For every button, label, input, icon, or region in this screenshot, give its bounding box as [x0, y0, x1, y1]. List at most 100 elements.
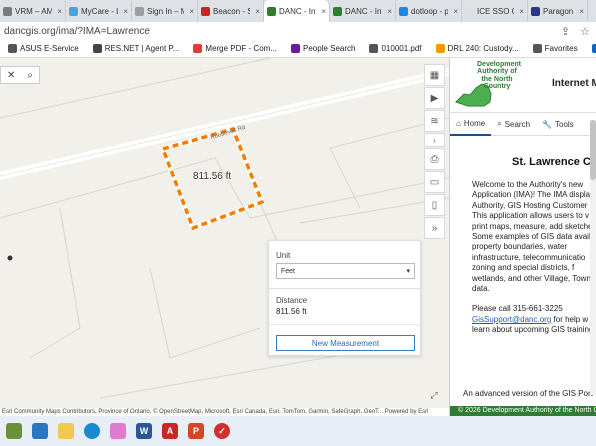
search-icon[interactable]: ⌕ — [27, 70, 33, 81]
share-icon[interactable]: ⇪ — [561, 25, 570, 38]
tab-search[interactable]: ⌕ Search — [491, 112, 536, 136]
tab-close-icon[interactable]: × — [123, 7, 128, 16]
map-toolbar: ▦ ▶ ≋ › ⎙ ▭ ▯ » — [424, 64, 445, 240]
tab-close-icon[interactable]: × — [579, 7, 584, 16]
map-search-box[interactable]: ✕ ⌕ — [0, 66, 40, 84]
tab-title: ICE SSO Clie — [477, 6, 514, 16]
tab-title: VRM – AMS — [15, 6, 52, 16]
unit-label: Unit — [276, 251, 291, 260]
browser-tab[interactable]: Sign In – Mo × — [132, 0, 198, 22]
welcome-text: Welcome to the Authority's new Applicatio… — [472, 180, 596, 346]
browser-tab[interactable]: VRM – AMS × — [0, 0, 66, 22]
scrollbar-thumb[interactable] — [590, 120, 596, 180]
bookmark-item[interactable]: 010001.pdf — [369, 44, 422, 53]
widgets-icon[interactable] — [6, 423, 22, 439]
bookmark-label: People Search — [302, 44, 356, 53]
bookmark-favicon-icon — [92, 44, 102, 53]
side-panel: Development Authority of the North Count… — [449, 58, 596, 416]
close-icon[interactable]: ✕ — [7, 70, 15, 81]
unit-select[interactable]: Feet ▾ — [276, 263, 415, 279]
tab-search-label: Search — [504, 119, 531, 129]
bookmark-item[interactable]: DRL 240: Custody... — [435, 44, 519, 53]
tab-favicon-icon — [531, 6, 540, 16]
fullscreen-icon[interactable]: ⤢ — [427, 388, 441, 402]
expand-panel-icon[interactable]: ▶ — [424, 87, 445, 109]
tab-close-icon[interactable]: × — [321, 7, 326, 16]
map-view[interactable]: ✕ ⌕ Roosevelt Rd 811.56 ft ▦ ▶ ≋ › ⎙ ▭ ▯… — [0, 58, 449, 416]
bookmark-label: DRL 240: Custody... — [447, 44, 519, 53]
layers-icon[interactable]: ≋ — [424, 110, 445, 132]
measurement-panel: Unit Feet ▾ Distance 811.56 ft New Measu… — [268, 240, 422, 356]
support-email-link[interactable]: GisSupport@danc.org — [472, 315, 551, 324]
map-canvas[interactable] — [0, 58, 449, 416]
browser-tab[interactable]: DANC - Inter × — [264, 0, 330, 22]
bookmark-item[interactable]: Merge PDF - Com... — [193, 44, 277, 53]
tab-title: dotloop - pe — [411, 6, 448, 16]
bookmark-label: Favorites — [544, 44, 578, 53]
task-view-icon[interactable] — [32, 423, 48, 439]
bookmark-item[interactable]: People Search — [290, 44, 356, 53]
divider — [269, 288, 422, 289]
tab-close-icon[interactable]: × — [387, 7, 392, 16]
tab-favicon-icon — [399, 6, 408, 16]
bookmark-label: 010001.pdf — [381, 44, 422, 53]
file-explorer-icon[interactable] — [58, 423, 74, 439]
toolbar-arrow-icon[interactable]: › — [424, 133, 445, 147]
tab-favicon-icon — [267, 6, 276, 16]
bookmark-icon[interactable]: ▯ — [424, 194, 445, 216]
more-tools-icon[interactable]: » — [424, 217, 445, 239]
address-bar-row: dancgis.org/ima/?IMA=Lawrence ⇪ ☆ — [0, 22, 596, 40]
tab-close-icon[interactable]: × — [519, 7, 524, 16]
welcome-line: Some examples of GIS data availa — [472, 232, 596, 242]
tab-close-icon[interactable]: × — [57, 7, 62, 16]
chrome-icon[interactable]: ✓ — [214, 423, 230, 439]
bookmark-item[interactable]: ASUS E-Service — [8, 44, 79, 53]
bookmark-favicon-icon — [435, 44, 445, 53]
browser-tab[interactable]: DANC - Inter × — [330, 0, 396, 22]
contact-text: for help w — [553, 314, 589, 324]
copyright-footer: © 2026 Development Authority of the Nort… — [450, 406, 596, 416]
browser-tab[interactable]: dotloop - pe × — [396, 0, 462, 22]
new-measurement-button[interactable]: New Measurement — [276, 335, 415, 351]
county-heading: St. Lawrence Co — [512, 156, 596, 168]
tab-home[interactable]: ⌂ Home — [450, 112, 492, 136]
tab-close-icon[interactable]: × — [189, 7, 194, 16]
basemap-gallery-icon[interactable]: ▦ — [424, 64, 445, 86]
bookmarks-bar: ASUS E-Service RES.NET | Agent P... Merge … — [0, 40, 596, 58]
bookmark-favicon-icon — [8, 44, 17, 53]
welcome-line: infrastructure, telecommunicatio — [472, 252, 586, 262]
bookmark-favicon-icon — [591, 44, 596, 53]
browser-tab[interactable]: MyCare - Lo × — [66, 0, 132, 22]
bookmark-item[interactable]: Suggested Sites (2) — [591, 44, 596, 53]
bookmark-item[interactable]: RES.NET | Agent P... — [92, 44, 180, 53]
windows-taskbar: W A P ✓ — [0, 416, 596, 446]
bookmark-favicon-icon — [193, 44, 203, 53]
tab-title: MyCare - Lo — [81, 6, 118, 16]
browser-tab[interactable]: ICE SSO Clie × — [462, 0, 528, 22]
unit-select-value: Feet — [281, 267, 296, 275]
bookmark-item[interactable]: Favorites — [532, 44, 578, 53]
tab-tools[interactable]: 🔧 Tools — [536, 112, 580, 136]
tab-close-icon[interactable]: × — [453, 7, 458, 16]
color-app-icon[interactable] — [110, 423, 126, 439]
welcome-line: zoning and special districts, f — [472, 263, 575, 273]
edge-icon[interactable] — [84, 423, 100, 439]
acrobat-icon[interactable]: A — [162, 423, 178, 439]
tab-close-icon[interactable]: × — [255, 7, 260, 16]
sketch-icon[interactable]: ▭ — [424, 171, 445, 193]
browser-tab[interactable]: Beacon - St L × — [198, 0, 264, 22]
welcome-line: wetlands, and other Village, Town, — [472, 273, 594, 283]
browser-tab[interactable]: Paragon 5 × — [528, 0, 588, 22]
bookmark-label: RES.NET | Agent P... — [104, 44, 180, 53]
bookmark-favicon-icon — [290, 44, 300, 53]
bookmark-star-icon[interactable]: ☆ — [580, 25, 590, 38]
word-icon[interactable]: W — [136, 423, 152, 439]
tab-title: Beacon - St L — [213, 6, 250, 16]
chevron-down-icon: ▾ — [406, 268, 410, 275]
address-bar-url[interactable]: dancgis.org/ima/?IMA=Lawrence — [0, 26, 561, 37]
powerpoint-icon[interactable]: P — [188, 423, 204, 439]
tab-title: DANC - Inter — [345, 6, 382, 16]
print-icon[interactable]: ⎙ — [424, 148, 445, 170]
contact-text: learn about upcoming GIS training — [472, 325, 594, 335]
search-icon: ⌕ — [497, 119, 502, 128]
